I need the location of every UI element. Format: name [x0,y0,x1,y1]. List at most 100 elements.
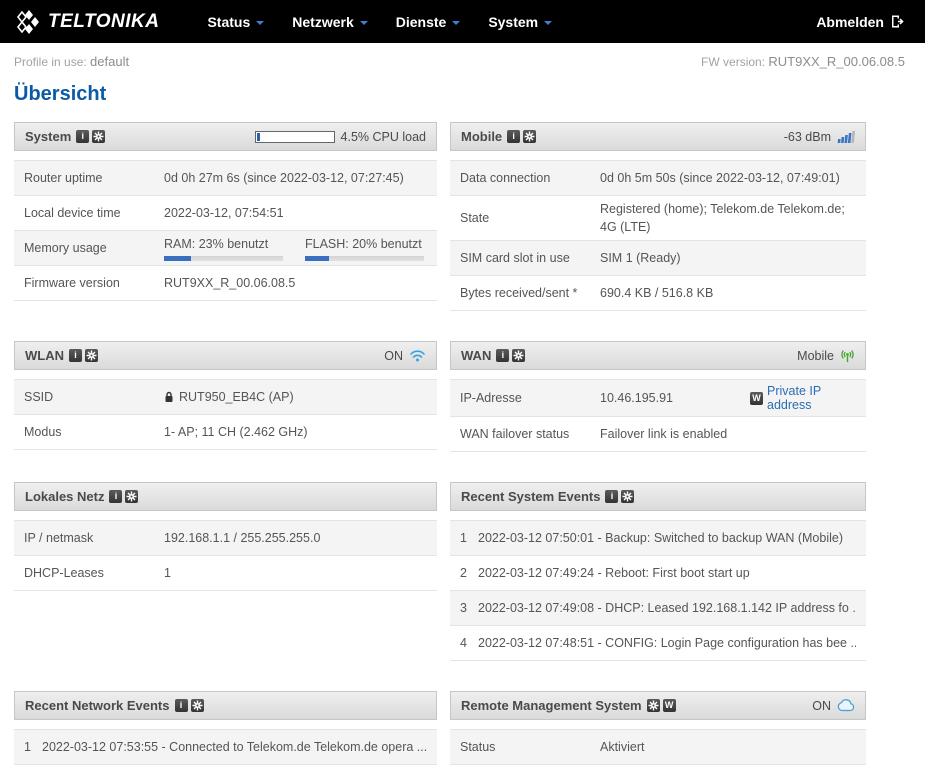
mobile-title: Mobile [461,129,502,144]
wan-panel-header: WAN i Mobile [450,341,866,370]
wan-title: WAN [461,348,491,363]
cpu-load-fill [257,133,261,141]
event-row: 3 2022-03-12 07:49:08 - DHCP: Leased 192… [450,591,866,626]
gear-icon[interactable] [85,349,98,362]
logout-button[interactable]: Abmelden [816,14,905,30]
table-row: Firmware version RUT9XX_R_00.06.08.5 [14,266,437,301]
mobile-panel: Mobile i -63 dBm [450,122,866,311]
signal-bars-icon [837,130,855,144]
top-navbar: TELTONIKA Status Netzwerk Dienste System… [0,0,925,43]
fw-value: RUT9XX_R_00.06.08.5 [768,54,905,69]
row-value: Registered (home); Telekom.de Telekom.de… [600,200,856,236]
recent-network-events-table: 1 2022-03-12 07:53:55 - Connected to Tel… [14,729,437,765]
panels-grid: System i 4.5% CPU load Router uptime 0d … [14,122,866,765]
info-icon[interactable]: i [76,130,89,143]
info-icon[interactable]: i [69,349,82,362]
row-value: 0d 0h 5m 50s (since 2022-03-12, 07:49:01… [600,169,856,187]
recent-system-events-title: Recent System Events [461,489,600,504]
system-table: Router uptime 0d 0h 27m 6s (since 2022-0… [14,160,437,301]
row-label: SIM card slot in use [460,251,600,265]
event-row: 1 2022-03-12 07:50:01 - Backup: Switched… [450,521,866,556]
info-icon[interactable]: i [109,490,122,503]
nav-dienste[interactable]: Dienste [382,14,475,30]
memory-usage-row: Memory usage RAM: 23% benutzt FLASH: 20%… [14,231,437,266]
cpu-load-bar [255,131,335,143]
row-label: DHCP-Leases [24,566,164,580]
row-label: WAN failover status [460,427,600,441]
event-text: 2022-03-12 07:49:08 - DHCP: Leased 192.1… [478,601,856,615]
info-bar: Profile in use: default FW version: RUT9… [0,43,925,75]
info-icon[interactable]: i [507,130,520,143]
private-ip-link[interactable]: Private IP address [767,384,856,412]
recent-system-events-panel: Recent System Events i 1 2022-03-12 07:5… [450,482,866,661]
event-text: 2022-03-12 07:53:55 - Connected to Telek… [42,740,427,754]
gear-icon[interactable] [523,130,536,143]
info-icon[interactable]: i [496,349,509,362]
nav-netzwerk[interactable]: Netzwerk [278,14,381,30]
table-row: Bytes received/sent * 690.4 KB / 516.8 K… [450,276,866,311]
nav-status[interactable]: Status [193,14,278,30]
recent-network-events-title: Recent Network Events [25,698,170,713]
brand-name: TELTONIKA [48,11,159,33]
logout-label: Abmelden [816,14,884,30]
event-number: 2 [460,566,478,580]
gear-icon[interactable] [125,490,138,503]
wlan-panel-header: WLAN i ON [14,341,437,370]
mobile-panel-header: Mobile i -63 dBm [450,122,866,151]
profile-value: default [90,54,129,69]
gear-icon[interactable] [92,130,105,143]
row-value: Aktiviert [600,738,856,756]
ram-usage: RAM: 23% benutzt [164,235,283,260]
profile-in-use: Profile in use: default [14,54,129,69]
local-network-title: Lokales Netz [25,489,104,504]
wiki-icon[interactable]: W [750,392,763,405]
gear-icon[interactable] [647,699,660,712]
table-row: SIM card slot in use SIM 1 (Ready) [450,241,866,276]
cpu-load-indicator: 4.5% CPU load [255,130,426,144]
wlan-title: WLAN [25,348,64,363]
event-number: 1 [24,740,42,754]
flash-usage: FLASH: 20% benutzt [305,235,424,260]
wan-panel: WAN i Mobile [450,341,866,452]
chevron-down-icon [360,21,368,25]
modus-row: Modus 1- AP; 11 CH (2.462 GHz) [14,415,437,450]
logout-icon [890,14,905,29]
wlan-state-label: ON [384,349,403,363]
row-label: IP-Adresse [460,391,600,405]
local-network-panel-header: Lokales Netz i [14,482,437,511]
nav-netzwerk-label: Netzwerk [292,14,353,30]
flash-usage-fill [305,256,329,261]
row-label: Modus [24,425,164,439]
teltonika-logo[interactable]: TELTONIKA [14,9,159,35]
recent-network-events-header: Recent Network Events i [14,691,437,720]
gear-icon[interactable] [621,490,634,503]
event-text: 2022-03-12 07:49:24 - Reboot: First boot… [478,566,750,580]
row-label: Bytes received/sent * [460,286,600,300]
row-value: 192.168.1.1 / 255.255.255.0 [164,529,427,547]
event-number: 4 [460,636,478,650]
signal-strength-label: -63 dBm [784,130,831,144]
mobile-table: Data connection 0d 0h 5m 50s (since 2022… [450,160,866,311]
info-icon[interactable]: i [175,699,188,712]
system-panel: System i 4.5% CPU load Router uptime 0d … [14,122,437,301]
recent-system-events-header: Recent System Events i [450,482,866,511]
event-number: 3 [460,601,478,615]
gear-icon[interactable] [512,349,525,362]
info-icon[interactable]: i [605,490,618,503]
wiki-icon[interactable]: W [663,699,676,712]
wlan-panel: WLAN i ON SSID [14,341,437,450]
cloud-icon [837,699,855,712]
flash-usage-label: FLASH: 20% benutzt [305,235,424,253]
row-value: RUT9XX_R_00.06.08.5 [164,274,427,292]
page-title: Übersicht [14,83,911,106]
chevron-down-icon [544,21,552,25]
lock-icon [164,391,174,403]
rms-state-label: ON [812,699,831,713]
event-text: 2022-03-12 07:50:01 - Backup: Switched t… [478,531,843,545]
fw-label: FW version: [701,55,765,69]
nav-system[interactable]: System [474,14,566,30]
gear-icon[interactable] [191,699,204,712]
failover-row: WAN failover status Failover link is ena… [450,417,866,452]
ssid-row: SSID RUT950_EB4C (AP) [14,380,437,415]
status-row: Status Aktiviert [450,730,866,765]
